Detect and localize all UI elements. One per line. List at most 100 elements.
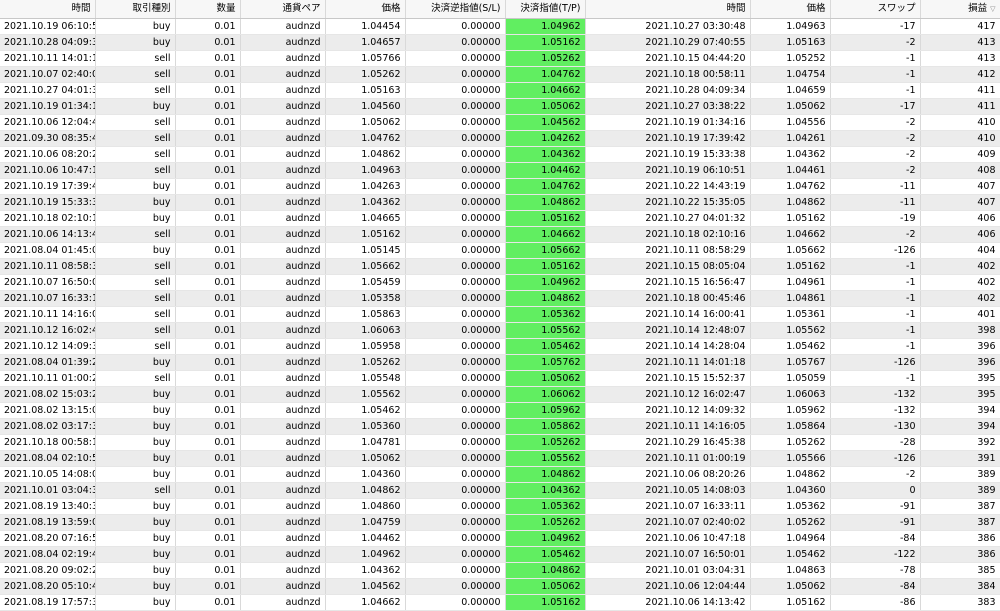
cell-close-time: 2021.10.19 06:10:51 — [585, 162, 751, 179]
cell-swap: -84 — [830, 578, 921, 595]
table-row[interactable]: 2021.10.11 14:16:06 sell 0.01 audnzd 1.05863… — [0, 306, 1000, 323]
cell-close-price: 1.04963 — [750, 18, 831, 35]
table-row[interactable]: 2021.10.12 14:09:33 sell 0.01 audnzd 1.05958… — [0, 338, 1000, 355]
table-row[interactable]: 2021.08.02 13:15:02 buy 0.01 audnzd 1.05462 0… — [0, 402, 1000, 419]
cell-stop-loss: 0.00000 — [405, 562, 506, 579]
cell-currency-pair: audnzd — [240, 514, 326, 531]
cell-profit: 394 — [920, 418, 1000, 435]
cell-close-time: 2021.10.22 14:43:19 — [585, 178, 751, 195]
table-row[interactable]: 2021.08.19 13:59:04 buy 0.01 audnzd 1.04759 0… — [0, 514, 1000, 531]
table-row[interactable]: 2021.10.05 14:08:04 buy 0.01 audnzd 1.04360 0… — [0, 466, 1000, 483]
header-swap[interactable]: スワップ — [830, 0, 921, 19]
cell-trade-type: buy — [95, 34, 176, 51]
table-row[interactable]: 2021.08.19 13:40:36 buy 0.01 audnzd 1.04860 0… — [0, 498, 1000, 515]
cell-swap: -126 — [830, 242, 921, 259]
cell-trade-type: buy — [95, 194, 176, 211]
table-row[interactable]: 2021.10.11 08:58:30 sell 0.01 audnzd 1.05662… — [0, 258, 1000, 275]
table-row[interactable]: 2021.10.19 17:39:43 buy 0.01 audnzd 1.04263 0… — [0, 178, 1000, 195]
table-row[interactable]: 2021.10.12 16:02:47 sell 0.01 audnzd 1.06063… — [0, 322, 1000, 339]
table-row[interactable]: 2021.10.11 01:00:20 sell 0.01 audnzd 1.05548… — [0, 370, 1000, 387]
cell-volume: 0.01 — [175, 98, 241, 115]
cell-open-price: 1.05262 — [325, 354, 406, 371]
header-close-time[interactable]: 時間 — [585, 0, 751, 19]
cell-currency-pair: audnzd — [240, 498, 326, 515]
table-row[interactable]: 2021.10.07 16:33:12 sell 0.01 audnzd 1.05358… — [0, 290, 1000, 307]
header-trade-type[interactable]: 取引種別 — [95, 0, 176, 19]
cell-trade-type: buy — [95, 466, 176, 483]
table-row[interactable]: 2021.10.07 02:40:03 sell 0.01 audnzd 1.05262… — [0, 66, 1000, 83]
cell-open-time: 2021.10.06 14:13:42 — [0, 226, 96, 243]
cell-profit: 412 — [920, 66, 1000, 83]
cell-swap: -28 — [830, 434, 921, 451]
cell-currency-pair: audnzd — [240, 290, 326, 307]
cell-close-time: 2021.10.18 00:45:46 — [585, 290, 751, 307]
table-row[interactable]: 2021.08.20 07:16:56 buy 0.01 audnzd 1.04462 0… — [0, 530, 1000, 547]
table-row[interactable]: 2021.10.19 15:33:38 buy 0.01 audnzd 1.04362 0… — [0, 194, 1000, 211]
table-row[interactable]: 2021.08.04 01:39:26 buy 0.01 audnzd 1.05262 0… — [0, 354, 1000, 371]
cell-open-time: 2021.10.11 01:00:20 — [0, 370, 96, 387]
header-stop-loss[interactable]: 決済逆指値(S/L) — [405, 0, 506, 19]
header-profit[interactable]: 損益 ▽ — [920, 0, 1000, 19]
table-row[interactable]: 2021.08.20 09:02:25 buy 0.01 audnzd 1.04362 0… — [0, 562, 1000, 579]
table-row[interactable]: 2021.10.06 12:04:44 sell 0.01 audnzd 1.05062… — [0, 114, 1000, 131]
cell-close-price: 1.04461 — [750, 162, 831, 179]
table-row[interactable]: 2021.10.28 04:09:35 buy 0.01 audnzd 1.04657 0… — [0, 34, 1000, 51]
cell-open-price: 1.04759 — [325, 514, 406, 531]
cell-stop-loss: 0.00000 — [405, 114, 506, 131]
header-close-price[interactable]: 価格 — [750, 0, 831, 19]
cell-open-price: 1.05958 — [325, 338, 406, 355]
cell-stop-loss: 0.00000 — [405, 50, 506, 67]
table-row[interactable]: 2021.10.01 03:04:32 sell 0.01 audnzd 1.04862… — [0, 482, 1000, 499]
table-row[interactable]: 2021.10.06 08:20:27 sell 0.01 audnzd 1.04862… — [0, 146, 1000, 163]
table-row[interactable]: 2021.10.19 01:34:17 buy 0.01 audnzd 1.04560 0… — [0, 98, 1000, 115]
cell-close-time: 2021.10.27 03:30:48 — [585, 18, 751, 35]
cell-open-time: 2021.10.07 16:50:02 — [0, 274, 96, 291]
table-row[interactable]: 2021.10.27 04:01:33 sell 0.01 audnzd 1.05163… — [0, 82, 1000, 99]
table-row[interactable]: 2021.10.18 00:58:12 buy 0.01 audnzd 1.04781 0… — [0, 434, 1000, 451]
header-currency-pair[interactable]: 通貨ペア — [240, 0, 326, 19]
table-row[interactable]: 2021.08.02 15:03:22 buy 0.01 audnzd 1.05562 0… — [0, 386, 1000, 403]
cell-open-price: 1.04362 — [325, 194, 406, 211]
cell-close-price: 1.04863 — [750, 562, 831, 579]
cell-trade-type: sell — [95, 66, 176, 83]
table-row[interactable]: 2021.08.04 01:45:03 buy 0.01 audnzd 1.05145 0… — [0, 242, 1000, 259]
cell-stop-loss: 0.00000 — [405, 530, 506, 547]
cell-stop-loss: 0.00000 — [405, 482, 506, 499]
cell-swap: -2 — [830, 130, 921, 147]
cell-take-profit: 1.05262 — [505, 50, 586, 67]
header-take-profit[interactable]: 決済指値(T/P) — [505, 0, 586, 19]
table-row[interactable]: 2021.08.04 02:19:47 buy 0.01 audnzd 1.04962 0… — [0, 546, 1000, 563]
cell-close-time: 2021.10.11 01:00:19 — [585, 450, 751, 467]
cell-close-price: 1.04556 — [750, 114, 831, 131]
table-row[interactable]: 2021.10.19 06:10:52 buy 0.01 audnzd 1.04454 0… — [0, 18, 1000, 35]
table-header-row: 時間 取引種別 数量 通貨ペア 価格 決済逆指値(S/L) 決済指値(T/P) … — [0, 0, 1000, 19]
cell-profit: 402 — [920, 290, 1000, 307]
cell-close-price: 1.05462 — [750, 338, 831, 355]
cell-close-price: 1.05566 — [750, 450, 831, 467]
table-row[interactable]: 2021.09.30 08:35:44 sell 0.01 audnzd 1.04762… — [0, 130, 1000, 147]
header-open-price[interactable]: 価格 — [325, 0, 406, 19]
header-volume[interactable]: 数量 — [175, 0, 241, 19]
cell-take-profit: 1.04862 — [505, 194, 586, 211]
cell-currency-pair: audnzd — [240, 18, 326, 35]
table-row[interactable]: 2021.08.02 03:17:36 buy 0.01 audnzd 1.05360 0… — [0, 418, 1000, 435]
sort-descending-icon[interactable]: ▽ — [990, 5, 995, 13]
cell-close-time: 2021.10.07 16:33:11 — [585, 498, 751, 515]
cell-open-time: 2021.10.19 06:10:52 — [0, 18, 96, 35]
table-row[interactable]: 2021.10.11 14:01:19 sell 0.01 audnzd 1.05766… — [0, 50, 1000, 67]
table-row[interactable]: 2021.10.18 02:10:17 buy 0.01 audnzd 1.04665 0… — [0, 210, 1000, 227]
cell-take-profit: 1.04562 — [505, 114, 586, 131]
cell-take-profit: 1.04962 — [505, 18, 586, 35]
table-row[interactable]: 2021.10.07 16:50:02 sell 0.01 audnzd 1.05459… — [0, 274, 1000, 291]
table-row[interactable]: 2021.10.06 10:47:18 sell 0.01 audnzd 1.04963… — [0, 162, 1000, 179]
table-row[interactable]: 2021.08.20 05:10:46 buy 0.01 audnzd 1.04562 0… — [0, 578, 1000, 595]
cell-close-price: 1.05162 — [750, 210, 831, 227]
table-row[interactable]: 2021.08.04 02:10:58 buy 0.01 audnzd 1.05062 0… — [0, 450, 1000, 467]
header-open-time[interactable]: 時間 — [0, 0, 96, 19]
cell-volume: 0.01 — [175, 386, 241, 403]
table-row[interactable]: 2021.10.06 14:13:42 sell 0.01 audnzd 1.05162… — [0, 226, 1000, 243]
cell-profit: 417 — [920, 18, 1000, 35]
cell-open-price: 1.04860 — [325, 498, 406, 515]
cell-take-profit: 1.05962 — [505, 402, 586, 419]
cell-stop-loss: 0.00000 — [405, 386, 506, 403]
